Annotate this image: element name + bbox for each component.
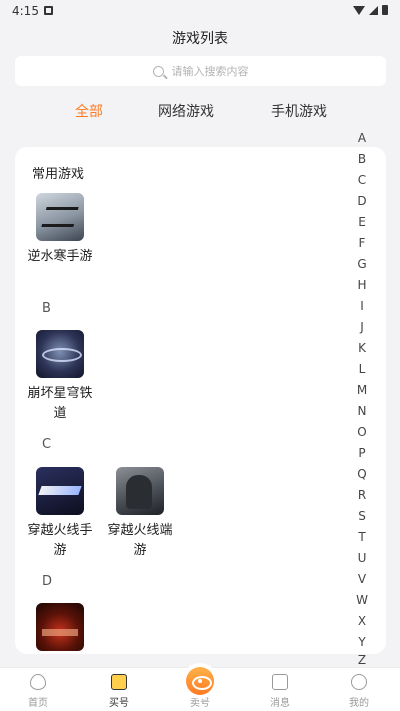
index-letter-j[interactable]: J	[352, 320, 372, 334]
index-letter-m[interactable]: M	[352, 383, 372, 397]
sell-icon[interactable]	[186, 667, 214, 695]
index-letter-k[interactable]: K	[352, 341, 372, 355]
index-letter-y[interactable]: Y	[352, 635, 372, 649]
game-item[interactable]: 穿越火线手游	[25, 467, 95, 561]
game-item[interactable]	[25, 603, 95, 651]
status-icons	[353, 5, 388, 15]
index-letter-l[interactable]: L	[352, 362, 372, 376]
game-name: 逆水寒手游	[27, 249, 93, 264]
index-letter-h[interactable]: H	[352, 278, 372, 292]
game-name: 穿越火线手游	[27, 523, 93, 558]
game-item[interactable]: 穿越火线端游	[105, 467, 175, 561]
index-letter-s[interactable]: S	[352, 509, 372, 523]
game-item[interactable]: 崩坏星穹铁道	[25, 330, 95, 424]
crossfire-mobile-game-icon	[36, 467, 84, 515]
section-letter-b: B	[42, 301, 51, 316]
index-letter-i[interactable]: I	[352, 299, 372, 313]
index-letter-c[interactable]: C	[352, 173, 372, 187]
category-tabs: 全部 网络游戏 手机游戏	[0, 101, 400, 125]
game-name: 穿越火线端游	[107, 523, 173, 558]
signal-icon	[369, 5, 378, 15]
wifi-icon	[353, 5, 365, 15]
search-icon	[152, 65, 164, 77]
index-letter-a[interactable]: A	[352, 131, 372, 145]
battery-icon	[382, 5, 388, 15]
index-letter-o[interactable]: O	[352, 425, 372, 439]
index-letter-p[interactable]: P	[352, 446, 372, 460]
nav-profile[interactable]: 我的	[329, 668, 389, 711]
nav-label: 消息	[270, 698, 290, 709]
game-name: 崩坏星穹铁道	[27, 386, 93, 421]
profile-icon	[351, 674, 367, 690]
nav-label: 我的	[349, 698, 369, 709]
index-letter-e[interactable]: E	[352, 215, 372, 229]
buy-icon	[111, 674, 127, 690]
tab-online-games[interactable]: 网络游戏	[158, 101, 214, 121]
index-letter-x[interactable]: X	[352, 614, 372, 628]
home-icon	[30, 674, 46, 690]
status-time: 4:15	[12, 4, 39, 18]
index-letter-w[interactable]: W	[352, 593, 372, 607]
index-letter-d[interactable]: D	[352, 194, 372, 208]
notification-icon	[44, 6, 53, 15]
index-letter-v[interactable]: V	[352, 572, 372, 586]
status-bar: 4:15	[0, 0, 400, 22]
tab-mobile-games[interactable]: 手机游戏	[271, 101, 327, 121]
index-letter-z[interactable]: Z	[352, 653, 372, 667]
nav-label: 卖号	[190, 698, 210, 709]
d-game-icon	[36, 603, 84, 651]
crossfire-pc-game-icon	[116, 467, 164, 515]
index-letter-r[interactable]: R	[352, 488, 372, 502]
section-letter-d: D	[42, 574, 53, 589]
index-letter-t[interactable]: T	[352, 530, 372, 544]
search-input[interactable]: 请输入搜索内容	[15, 56, 386, 86]
nav-label: 买号	[109, 698, 129, 709]
search-placeholder: 请输入搜索内容	[171, 65, 249, 78]
game-item[interactable]: 逆水寒手游	[25, 193, 95, 267]
section-letter-c: C	[42, 437, 52, 452]
section-title-common: 常用游戏	[32, 167, 85, 182]
index-letter-u[interactable]: U	[352, 551, 372, 565]
index-letter-g[interactable]: G	[352, 257, 372, 271]
message-icon	[272, 674, 288, 690]
tab-all[interactable]: 全部	[75, 101, 103, 121]
nav-label: 首页	[28, 698, 48, 709]
page-title: 游戏列表	[172, 31, 228, 47]
nishuihan-game-icon	[36, 193, 84, 241]
index-letter-f[interactable]: F	[352, 236, 372, 250]
index-letter-q[interactable]: Q	[352, 467, 372, 481]
index-letter-n[interactable]: N	[352, 404, 372, 418]
game-list-card: 常用游戏 逆水寒手游 B 崩坏星穹铁道 C 穿越火线手游 穿越火线端游 D	[15, 147, 386, 654]
nav-messages[interactable]: 消息	[250, 668, 310, 711]
nav-buy[interactable]: 买号	[89, 668, 149, 711]
honkai-star-rail-game-icon	[36, 330, 84, 378]
index-letter-b[interactable]: B	[352, 152, 372, 166]
nav-home[interactable]: 首页	[8, 668, 68, 711]
